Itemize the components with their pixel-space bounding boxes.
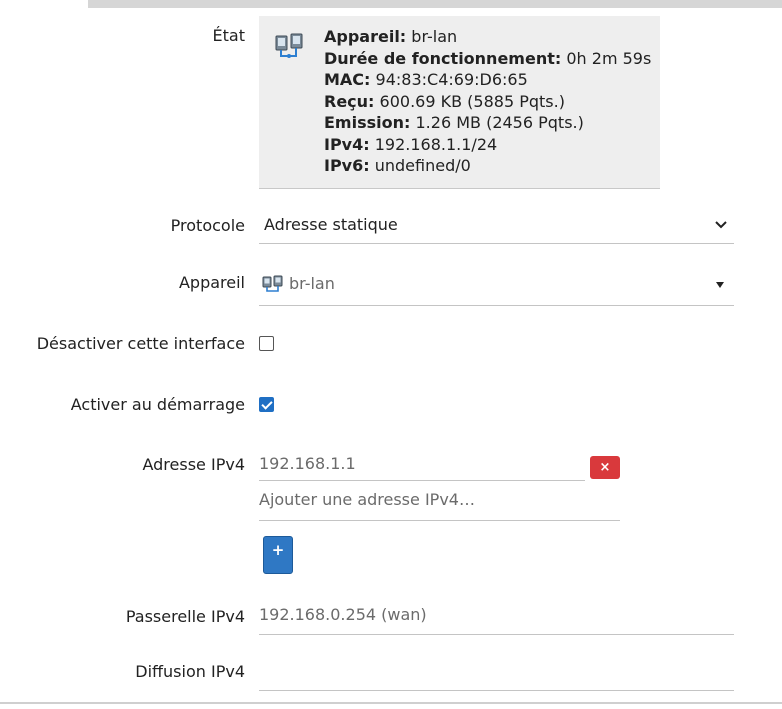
bottom-divider [0, 702, 782, 704]
ipv4-gateway-label: Passerelle IPv4 [125, 607, 245, 626]
network-bridge-icon [275, 33, 303, 58]
add-ipv4-address-input[interactable]: Ajouter une adresse IPv4… [259, 486, 620, 521]
plus-icon: + [271, 541, 285, 559]
status-rx-line: Reçu: 600.69 KB (5885 Pqts.) [324, 91, 651, 113]
status-tx-value: 1.26 MB (2456 Pqts.) [415, 113, 584, 132]
status-mac-line: MAC: 94:83:C4:69:D6:65 [324, 69, 651, 91]
status-ipv4-key: IPv4: [324, 134, 370, 154]
ipv4-broadcast-label: Diffusion IPv4 [135, 662, 245, 681]
status-rx-value: 600.69 KB (5885 Pqts.) [379, 91, 565, 111]
status-mac-key: MAC: [324, 70, 371, 89]
disable-interface-label: Désactiver cette interface [36, 334, 245, 353]
dropdown-triangle-icon [716, 282, 724, 288]
status-tx-line: Emission: 1.26 MB (2456 Pqts.) [324, 112, 651, 134]
top-left-blank [0, 0, 88, 8]
status-label: État [212, 26, 245, 45]
network-bridge-icon [262, 275, 283, 292]
ipv4-address-label: Adresse IPv4 [142, 455, 245, 474]
status-uptime-value: 0h 2m 59s [566, 48, 652, 68]
top-scroll-bar [88, 0, 782, 8]
protocol-select[interactable]: Adresse statique [259, 209, 734, 244]
protocol-label: Protocole [170, 216, 245, 235]
status-tx-key: Emission: [324, 113, 411, 132]
device-label: Appareil [178, 273, 245, 292]
bring-up-on-boot-checkbox[interactable] [259, 397, 274, 412]
ipv4-gateway-placeholder: 192.168.0.254 (wan) [259, 605, 427, 624]
device-select-value: br-lan [289, 274, 335, 293]
chevron-down-icon [715, 221, 727, 229]
status-uptime-line: Durée de fonctionnement: 0h 2m 59s [324, 48, 651, 70]
status-mac-value: 94:83:C4:69:D6:65 [375, 70, 528, 89]
protocol-select-value: Adresse statique [264, 215, 398, 234]
status-ipv4-value: 192.168.1.1/24 [374, 134, 498, 154]
close-icon: × [599, 460, 611, 475]
status-uptime-key: Durée de fonctionnement: [324, 48, 562, 68]
add-ipv4-address-button[interactable]: + [263, 536, 293, 574]
device-select[interactable]: br-lan [259, 268, 734, 306]
ipv4-address-value: 192.168.1.1 [259, 454, 356, 473]
remove-ipv4-address-button[interactable]: × [590, 456, 620, 479]
status-ipv6-key: IPv6: [324, 156, 370, 175]
add-ipv4-address-placeholder: Ajouter une adresse IPv4… [259, 490, 475, 509]
status-details: Appareil: br-lan Durée de fonctionnement… [324, 26, 651, 177]
status-device-value: br-lan [411, 27, 458, 46]
status-panel: Appareil: br-lan Durée de fonctionnement… [259, 16, 660, 189]
status-device-key: Appareil: [324, 27, 407, 46]
status-ipv4-line: IPv4: 192.168.1.1/24 [324, 134, 651, 156]
status-ipv6-line: IPv6: undefined/0 [324, 155, 651, 177]
ipv4-address-input[interactable]: 192.168.1.1 [259, 450, 585, 481]
status-ipv6-value: undefined/0 [374, 156, 471, 175]
status-device-line: Appareil: br-lan [324, 26, 651, 48]
disable-interface-checkbox[interactable] [259, 336, 274, 351]
ipv4-broadcast-input[interactable] [259, 657, 734, 691]
status-rx-key: Reçu: [324, 91, 375, 111]
ipv4-gateway-input[interactable]: 192.168.0.254 (wan) [259, 601, 734, 635]
bring-up-on-boot-label: Activer au démarrage [70, 395, 245, 414]
